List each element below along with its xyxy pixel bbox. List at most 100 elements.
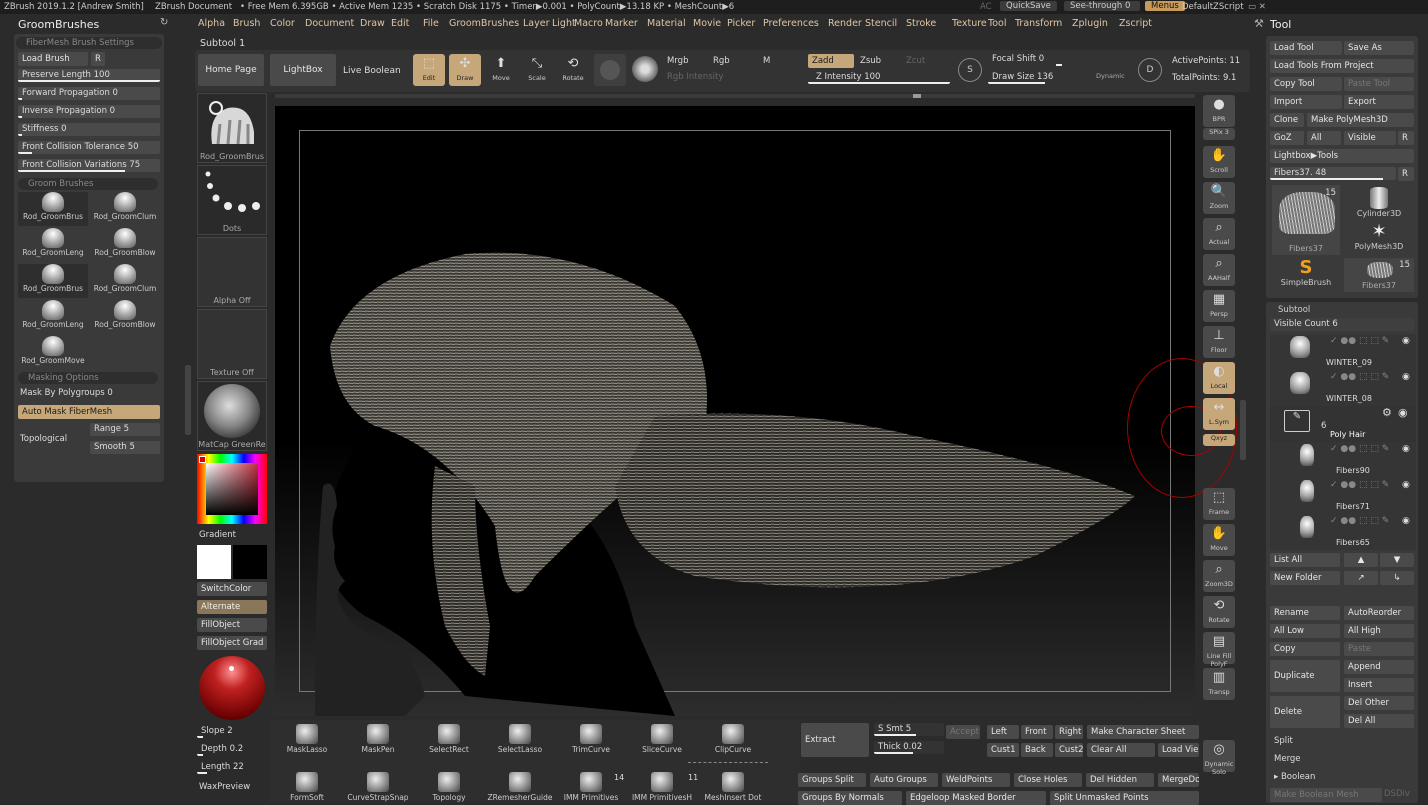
menu-draw[interactable]: Draw bbox=[360, 18, 385, 29]
auto-mask-fibermesh-button[interactable]: Auto Mask FiberMesh bbox=[18, 405, 160, 419]
texture-thumbnail[interactable]: Texture Off bbox=[197, 309, 267, 379]
subtool-eye-icon[interactable]: ◉ bbox=[1402, 444, 1410, 454]
goz-all-button[interactable]: All bbox=[1307, 131, 1341, 145]
clone-button[interactable]: Clone bbox=[1270, 113, 1304, 127]
frame-button[interactable]: ⬚ Frame bbox=[1203, 488, 1235, 520]
folder-settings-gear-icon[interactable]: ⚙ bbox=[1382, 406, 1392, 419]
close-holes-button[interactable]: Close Holes bbox=[1014, 773, 1082, 787]
bottom-tool-meshinsert-dot[interactable]: MeshInsert Dot bbox=[699, 772, 767, 802]
persp-button[interactable]: ▦ Persp bbox=[1203, 290, 1235, 322]
merge-down-button[interactable]: MergeDo bbox=[1158, 773, 1199, 787]
tool-thumb-fibers37[interactable]: 15 Fibers37 bbox=[1272, 185, 1340, 255]
make-boolean-mesh-button[interactable]: Make Boolean Mesh bbox=[1270, 788, 1382, 802]
depth-slider[interactable]: Depth 0.2 bbox=[197, 743, 267, 756]
live-boolean-button[interactable]: Live Boolean bbox=[343, 66, 401, 76]
bottom-tool-topology[interactable]: Topology bbox=[415, 772, 483, 802]
transp-button[interactable]: ▥ Transp bbox=[1203, 668, 1235, 700]
bottom-tool-maskpen[interactable]: MaskPen bbox=[344, 724, 412, 754]
move-button[interactable]: ✋ Move bbox=[1203, 524, 1235, 556]
load-view-button[interactable]: Load Vie bbox=[1158, 743, 1199, 757]
all-low-button[interactable]: All Low bbox=[1270, 624, 1340, 638]
bpr-button[interactable]: ● BPR bbox=[1203, 95, 1235, 127]
secondary-color-swatch[interactable] bbox=[233, 545, 267, 579]
fill-object-button[interactable]: FillObject bbox=[197, 618, 267, 632]
export-button[interactable]: Export bbox=[1344, 95, 1414, 109]
zsub-button[interactable]: Zsub bbox=[860, 56, 881, 66]
menu-render[interactable]: Render bbox=[828, 18, 862, 29]
bottom-tool-trimcurve[interactable]: TrimCurve bbox=[557, 724, 625, 754]
spotlight-icon[interactable] bbox=[594, 54, 626, 86]
tool-thumb-fibers37-small[interactable]: 15 Fibers37 bbox=[1344, 258, 1414, 292]
tool-thumb-simplebrush[interactable]: S SimpleBrush bbox=[1272, 258, 1340, 292]
menu-texture[interactable]: Texture bbox=[952, 18, 987, 29]
folder-icon[interactable]: ✎ bbox=[1284, 410, 1310, 432]
menu-marker[interactable]: Marker bbox=[605, 18, 638, 29]
subtool-eye-icon[interactable]: ◉ bbox=[1402, 480, 1410, 490]
tool-slider-reset-button[interactable]: R bbox=[1398, 167, 1414, 181]
front-collision-tolerance-slider[interactable]: Front Collision Tolerance 50 bbox=[18, 141, 160, 154]
load-tool-button[interactable]: Load Tool bbox=[1270, 41, 1342, 55]
rgb-intensity-slider[interactable]: Rgb Intensity bbox=[667, 72, 723, 82]
folder-eye-icon[interactable]: ◉ bbox=[1398, 406, 1408, 419]
clear-all-button[interactable]: Clear All bbox=[1087, 743, 1155, 757]
menu-macro[interactable]: Macro bbox=[574, 18, 603, 29]
groom-brush-item[interactable]: Rod_GroomBrus bbox=[18, 264, 88, 298]
load-tools-from-project-button[interactable]: Load Tools From Project bbox=[1270, 59, 1414, 73]
rotate-button[interactable]: ⟲ Rotate bbox=[557, 54, 589, 86]
focal-icon[interactable]: S bbox=[958, 58, 982, 82]
refresh-icon[interactable]: ↻ bbox=[160, 17, 168, 28]
new-folder-button[interactable]: New Folder bbox=[1270, 571, 1340, 585]
rgb-button[interactable]: Rgb bbox=[713, 56, 730, 66]
left-view-button[interactable]: Left bbox=[987, 725, 1019, 739]
inverse-propagation-slider[interactable]: Inverse Propagation 0 bbox=[18, 105, 160, 118]
preserve-length-slider[interactable]: Preserve Length 100 bbox=[18, 69, 160, 82]
menu-transform[interactable]: Transform bbox=[1015, 18, 1062, 29]
red-material-sphere-icon[interactable] bbox=[199, 656, 265, 720]
qxyz-button[interactable]: Qxyz bbox=[1203, 434, 1235, 446]
copy-tool-button[interactable]: Copy Tool bbox=[1270, 77, 1342, 91]
draw-size-slider[interactable]: Draw Size 136 Dynamic bbox=[988, 71, 1130, 84]
color-picker[interactable] bbox=[197, 454, 267, 524]
subtool-toggle-icons[interactable]: ✓ ●● ⬚ ⬚ ✎ bbox=[1330, 444, 1389, 454]
fibermesh-settings-header[interactable]: FiberMesh Brush Settings bbox=[16, 37, 162, 49]
range-slider[interactable]: Range 5 bbox=[90, 423, 160, 436]
menu-preferences[interactable]: Preferences bbox=[763, 18, 819, 29]
load-brush-button[interactable]: Load Brush bbox=[18, 52, 88, 66]
merge-section[interactable]: Merge bbox=[1274, 754, 1301, 764]
mask-by-polygroups-slider[interactable]: Mask By Polygroups 0 bbox=[20, 388, 113, 398]
bottom-tool-slicecurve[interactable]: SliceCurve bbox=[628, 724, 696, 754]
groom-brushes-header[interactable]: Groom Brushes bbox=[18, 178, 158, 190]
draw-size-icon[interactable]: D bbox=[1138, 58, 1162, 82]
left-tray-divider[interactable] bbox=[185, 365, 191, 435]
current-tool-slider[interactable]: Fibers37. 48 bbox=[1270, 167, 1396, 180]
main-color-swatch[interactable] bbox=[197, 545, 231, 579]
fill-object-grad-button[interactable]: FillObject Grad bbox=[197, 636, 267, 650]
bottom-tool-masklasso[interactable]: MaskLasso bbox=[273, 724, 341, 754]
bottom-tool-imm-primitivesh[interactable]: IMM PrimitivesH bbox=[628, 772, 696, 802]
switch-color-button[interactable]: SwitchColor bbox=[197, 582, 267, 596]
subtool-eye-icon[interactable]: ◉ bbox=[1402, 516, 1410, 526]
aahalf-button[interactable]: ⌕ AAHalf bbox=[1203, 254, 1235, 286]
groom-brush-item[interactable]: Rod_GroomLeng bbox=[18, 300, 88, 334]
edit-button[interactable]: ⬚ Edit bbox=[413, 54, 445, 86]
bottom-tool-selectlasso[interactable]: SelectLasso bbox=[486, 724, 554, 754]
alternate-button[interactable]: Alternate bbox=[197, 600, 267, 614]
goz-button[interactable]: GoZ bbox=[1270, 131, 1304, 145]
stroke-thumbnail[interactable]: Dots bbox=[197, 165, 267, 235]
window-controls-icon[interactable]: ▭ ✕ bbox=[1248, 2, 1266, 12]
menu-material[interactable]: Material bbox=[647, 18, 686, 29]
bottom-tool-formsoft[interactable]: FormSoft bbox=[273, 772, 341, 802]
arrow-down-right-icon[interactable]: ↳ bbox=[1380, 571, 1414, 585]
reset-button[interactable]: R bbox=[91, 52, 105, 66]
color-square[interactable] bbox=[206, 463, 258, 515]
draw-button[interactable]: ✣ Draw bbox=[449, 54, 481, 86]
duplicate-button[interactable]: Duplicate bbox=[1270, 660, 1340, 692]
menu-groombrushes[interactable]: GroomBrushes bbox=[449, 18, 519, 29]
subtool-header[interactable]: Subtool bbox=[1268, 304, 1416, 316]
del-hidden-button[interactable]: Del Hidden bbox=[1086, 773, 1154, 787]
subtool-toggle-icons[interactable]: ✓ ●● ⬚ ⬚ ✎ bbox=[1330, 336, 1389, 346]
groom-brush-item[interactable]: Rod_GroomLeng bbox=[18, 228, 88, 262]
zoom-button[interactable]: 🔍 Zoom bbox=[1203, 182, 1235, 214]
quicksave-button[interactable]: QuickSave bbox=[1000, 1, 1057, 11]
paste-subtool-button[interactable]: Paste bbox=[1344, 642, 1414, 656]
